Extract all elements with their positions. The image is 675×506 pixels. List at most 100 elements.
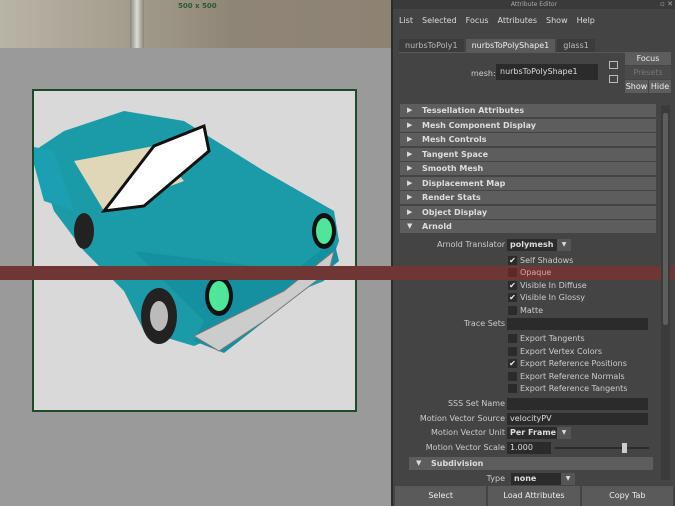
- trace-sets-label: Trace Sets: [463, 319, 505, 328]
- menu-bar: List Selected Focus Attributes Show Help: [393, 9, 675, 31]
- visible-diffuse-checkbox[interactable]: ✔: [508, 281, 517, 290]
- mv-scale-slider[interactable]: [555, 443, 649, 453]
- mv-source-label: Motion Vector Source: [419, 414, 505, 423]
- output-connection-icon[interactable]: [609, 75, 618, 83]
- section-label: Arnold: [422, 222, 452, 231]
- export-tangents-checkbox[interactable]: [508, 334, 517, 343]
- section-label: Mesh Component Display: [422, 120, 536, 130]
- scrollbar[interactable]: [661, 105, 670, 480]
- sss-label: SSS Set Name: [447, 399, 505, 408]
- section-displacement-map[interactable]: ▶ Displacement Map: [400, 176, 656, 190]
- checkbox-label: Visible In Diffuse: [520, 281, 587, 290]
- copy-tab-button[interactable]: Copy Tab: [581, 486, 673, 506]
- resolution-label: 500 x 500: [178, 2, 217, 10]
- expand-icon: ▶: [407, 149, 413, 158]
- section-label: Object Display: [422, 207, 488, 217]
- section-label: Mesh Controls: [422, 135, 487, 144]
- section-mesh-component-display[interactable]: ▶ Mesh Component Display: [400, 118, 656, 132]
- expand-icon: ▶: [407, 120, 413, 129]
- checkbox-label: Visible In Glossy: [520, 293, 586, 302]
- section-label: Displacement Map: [422, 178, 506, 188]
- select-button[interactable]: Select: [395, 486, 487, 506]
- tab-nurbstopoly1[interactable]: nurbsToPoly1: [399, 39, 464, 52]
- export-ref-positions-checkbox[interactable]: ✔: [508, 359, 517, 368]
- section-label: Subdivision: [431, 459, 484, 468]
- load-attributes-button[interactable]: Load Attributes: [488, 486, 580, 506]
- mv-scale-label: Motion Vector Scale: [425, 443, 505, 452]
- mv-unit-dropdown[interactable]: Per Frame ▼: [507, 427, 571, 439]
- section-label: Smooth Mesh: [422, 164, 484, 173]
- opaque-checkbox[interactable]: [508, 268, 517, 277]
- scrollbar-thumb[interactable]: [663, 113, 668, 325]
- input-connection-icon[interactable]: [609, 61, 618, 69]
- checkbox-label: Matte: [520, 306, 543, 315]
- attribute-sections: ▶ Tessellation Attributes ▶ Mesh Component…: [400, 104, 656, 235]
- mv-source-field[interactable]: velocityPV: [507, 413, 648, 425]
- checkbox-label: Export Reference Positions: [520, 359, 627, 368]
- export-vertex-colors-checkbox[interactable]: [508, 347, 517, 356]
- title-bar: Attribute Editor ▫ ✕: [393, 0, 675, 9]
- menu-attributes[interactable]: Attributes: [498, 16, 538, 25]
- pole: [130, 0, 144, 48]
- chevron-down-icon: ▼: [561, 473, 575, 485]
- checkbox-label: Export Reference Tangents: [520, 384, 628, 393]
- show-button[interactable]: Show: [625, 80, 648, 93]
- expand-icon: ▶: [407, 178, 413, 187]
- expand-icon: ▶: [407, 193, 413, 201]
- checkbox-label: Export Reference Normals: [520, 372, 625, 381]
- tab-glass1[interactable]: glass1: [557, 39, 595, 52]
- slider-thumb[interactable]: [621, 443, 627, 453]
- type-label: Type: [486, 474, 505, 483]
- section-render-stats[interactable]: ▶ Render Stats: [400, 191, 656, 204]
- checkbox-label: Export Vertex Colors: [520, 347, 603, 356]
- translator-dropdown[interactable]: polymesh ▼: [507, 239, 571, 251]
- render-frame: [32, 89, 357, 412]
- dropdown-value: polymesh: [510, 240, 554, 249]
- collapse-icon: ▼: [407, 222, 413, 230]
- collapse-icon: ▼: [416, 459, 422, 467]
- section-tessellation[interactable]: ▶ Tessellation Attributes: [400, 104, 656, 117]
- section-subdivision[interactable]: ▼ Subdivision: [409, 457, 653, 470]
- self-shadows-checkbox[interactable]: ✔: [508, 256, 517, 265]
- attribute-editor: Attribute Editor ▫ ✕ List Selected Focus …: [0, 0, 675, 506]
- expand-icon: ▶: [407, 164, 413, 172]
- mesh-label: mesh:: [471, 69, 496, 78]
- visible-glossy-checkbox[interactable]: ✔: [508, 293, 517, 302]
- menu-show[interactable]: Show: [546, 16, 568, 25]
- section-label: Tangent Space: [422, 149, 489, 159]
- section-label: Tessellation Attributes: [422, 106, 525, 115]
- dropdown-value: Per Frame: [510, 428, 557, 437]
- focus-button[interactable]: Focus: [625, 52, 671, 65]
- presets-button[interactable]: Presets: [625, 66, 671, 79]
- menu-focus[interactable]: Focus: [466, 16, 489, 25]
- checkbox-label: Self Shadows: [520, 256, 574, 265]
- section-arnold[interactable]: ▼ Arnold: [400, 220, 656, 233]
- section-object-display[interactable]: ▶ Object Display: [400, 205, 656, 219]
- title: Attribute Editor: [510, 1, 558, 8]
- matte-checkbox[interactable]: [508, 306, 517, 315]
- mv-unit-label: Motion Vector Unit: [431, 428, 505, 437]
- menu-list[interactable]: List: [399, 16, 413, 25]
- section-mesh-controls[interactable]: ▶ Mesh Controls: [400, 133, 656, 146]
- section-label: Render Stats: [422, 193, 481, 202]
- mv-scale-field[interactable]: 1.000: [507, 442, 551, 454]
- tab-nurbstopolyshape1[interactable]: nurbsToPolyShape1: [465, 39, 556, 52]
- section-tangent-space[interactable]: ▶ Tangent Space: [400, 147, 656, 161]
- type-dropdown[interactable]: none ▼: [511, 473, 575, 485]
- translator-label: Arnold Translator: [436, 240, 505, 249]
- chevron-down-icon: ▼: [557, 427, 571, 439]
- sss-field[interactable]: [507, 398, 648, 410]
- menu-help[interactable]: Help: [577, 16, 595, 25]
- checkbox-label: Export Tangents: [520, 334, 585, 343]
- dropdown-value: none: [514, 474, 537, 483]
- mesh-name-field[interactable]: nurbsToPolyShape1: [496, 64, 598, 80]
- export-ref-normals-checkbox[interactable]: [508, 372, 517, 381]
- float-close-icons[interactable]: ▫ ✕: [660, 0, 673, 9]
- render-view[interactable]: 500 x 500: [0, 0, 391, 506]
- export-ref-tangents-checkbox[interactable]: [508, 384, 517, 393]
- section-smooth-mesh[interactable]: ▶ Smooth Mesh: [400, 162, 656, 175]
- tabs: nurbsToPoly1 nurbsToPolyShape1 glass1: [399, 39, 675, 52]
- hide-button[interactable]: Hide: [649, 80, 671, 93]
- trace-sets-field[interactable]: [507, 318, 648, 330]
- menu-selected[interactable]: Selected: [422, 16, 457, 25]
